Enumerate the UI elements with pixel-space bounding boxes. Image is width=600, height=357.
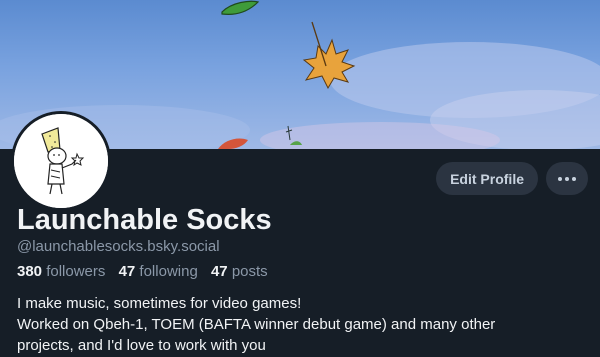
posts-count: 47 bbox=[210, 263, 228, 280]
followers-link[interactable]: 380 followers bbox=[17, 263, 105, 280]
profile-page: Edit Profile Launchable Socks @launchabl… bbox=[0, 0, 600, 357]
avatar[interactable] bbox=[11, 111, 111, 211]
profile-actions: Edit Profile bbox=[436, 162, 588, 195]
profile-stats: 380 followers 47 following 47 posts bbox=[17, 263, 277, 281]
display-name: Launchable Socks bbox=[17, 204, 272, 236]
posts-stat: 47 posts bbox=[211, 263, 268, 280]
profile-bio: I make music, sometimes for video games!… bbox=[17, 293, 592, 356]
ellipsis-icon bbox=[558, 176, 576, 181]
wizard-avatar-icon bbox=[14, 114, 108, 208]
posts-label: posts bbox=[231, 263, 268, 280]
followers-count: 380 bbox=[17, 263, 43, 280]
more-options-button[interactable] bbox=[546, 162, 588, 195]
followers-label: followers bbox=[46, 263, 106, 280]
bio-line: projects, and I'd love to work with you bbox=[17, 337, 266, 354]
edit-profile-button[interactable]: Edit Profile bbox=[436, 162, 538, 195]
following-link[interactable]: 47 following bbox=[119, 263, 198, 280]
bio-line: I make music, sometimes for video games! bbox=[17, 295, 302, 312]
bio-line: Worked on Qbeh-1, TOEM (BAFTA winner deb… bbox=[17, 316, 496, 333]
following-label: following bbox=[139, 263, 198, 280]
profile-handle: @launchablesocks.bsky.social bbox=[17, 238, 220, 255]
following-count: 47 bbox=[118, 263, 136, 280]
